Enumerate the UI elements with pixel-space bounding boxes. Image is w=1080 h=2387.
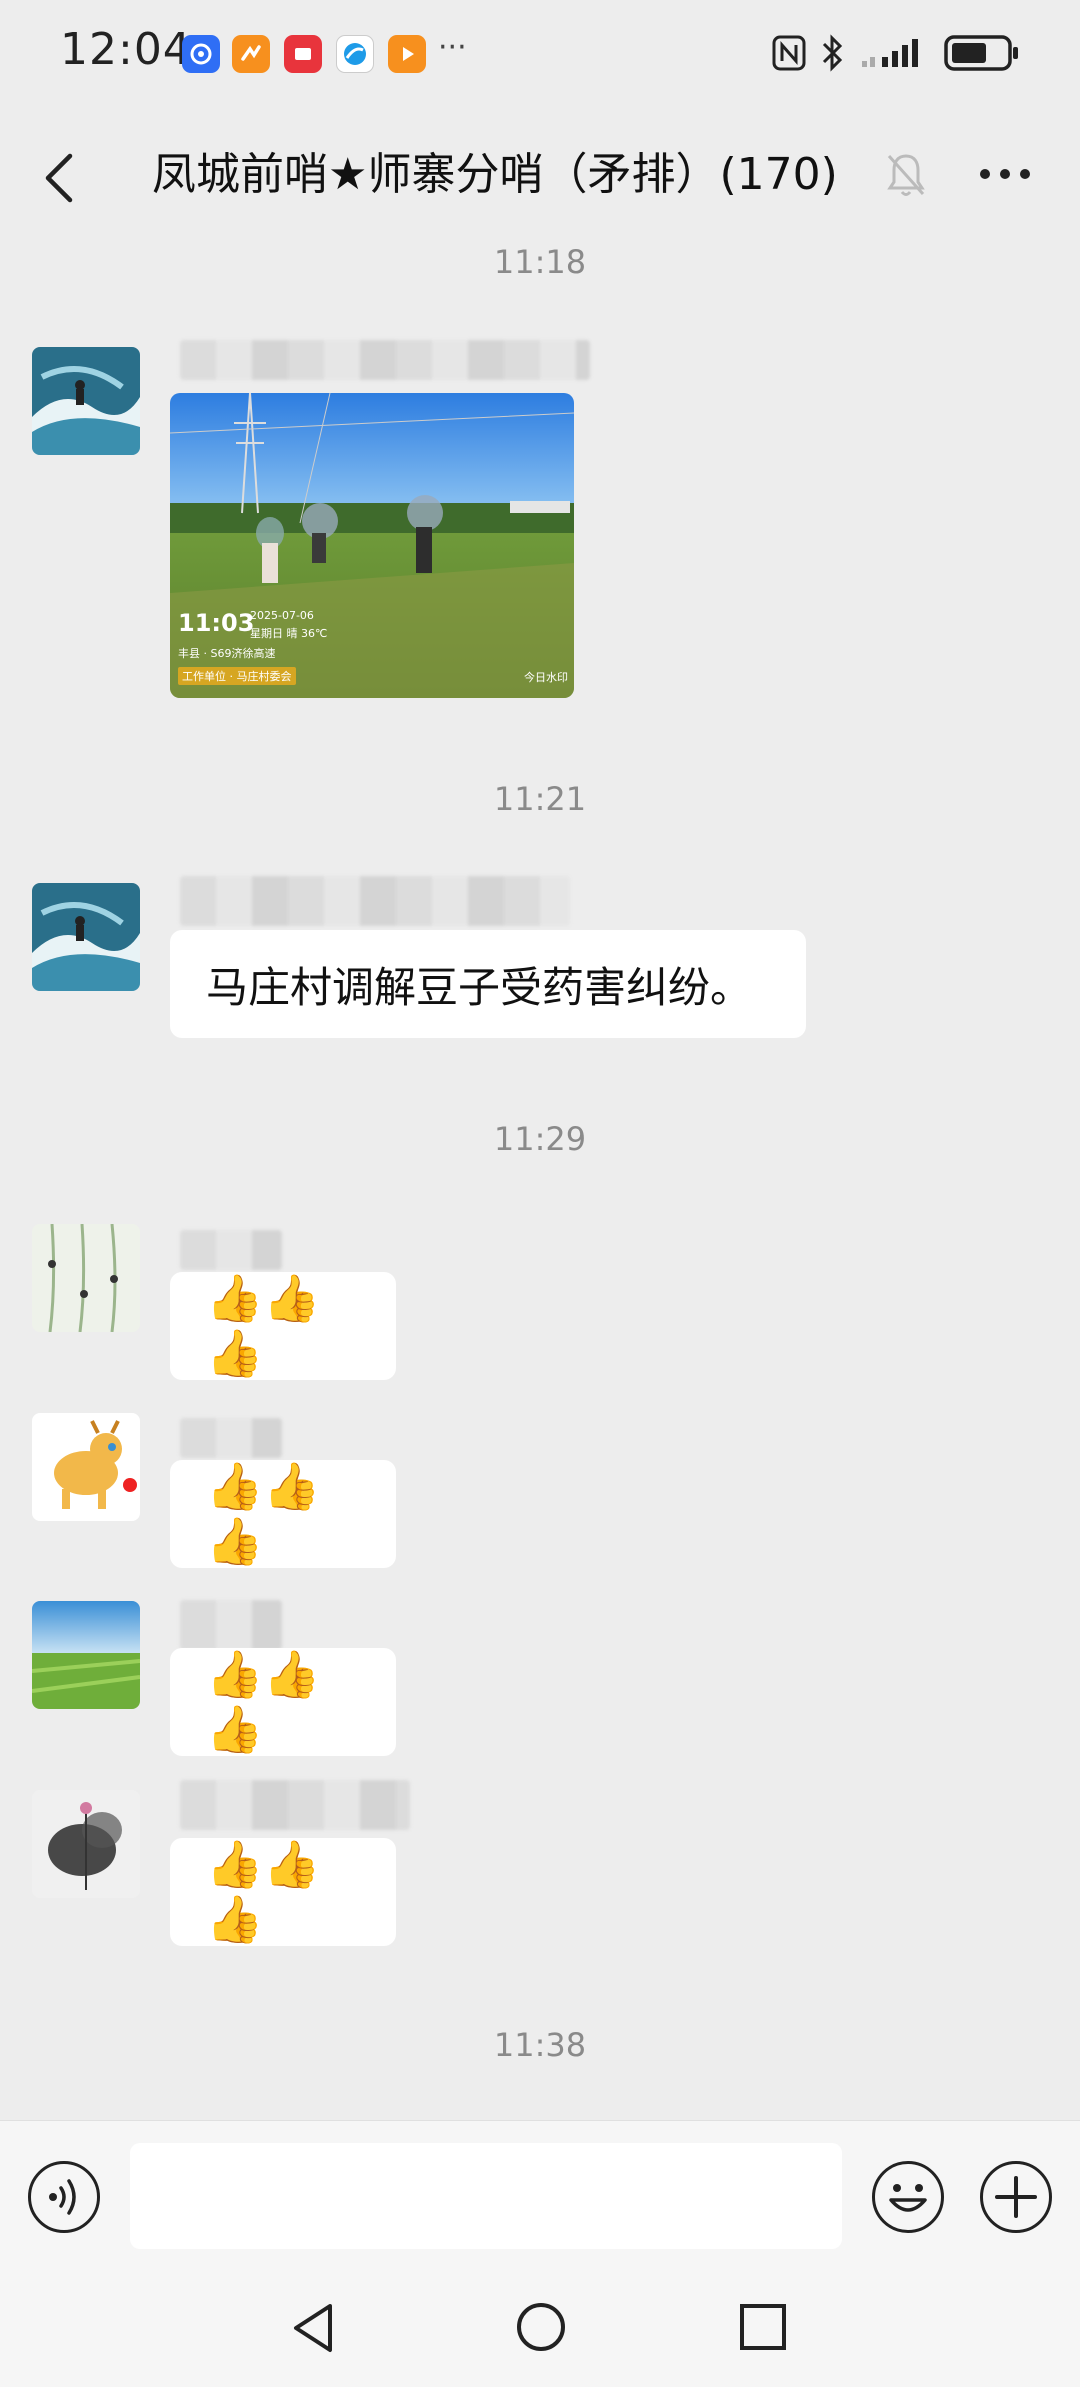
plus-icon bbox=[995, 2176, 1037, 2218]
bluetooth-icon bbox=[822, 34, 843, 72]
nav-back-icon[interactable] bbox=[288, 2300, 338, 2356]
thumbs-message-bubble[interactable]: 👍👍👍 bbox=[170, 1271, 396, 1380]
thumbs-message-bubble[interactable]: 👍👍👍 bbox=[170, 1837, 396, 1946]
app-icon-orange bbox=[232, 35, 270, 73]
battery-icon bbox=[944, 35, 1018, 71]
time-separator: 11:21 bbox=[493, 780, 587, 818]
avatar[interactable] bbox=[32, 883, 140, 991]
avatar[interactable] bbox=[32, 347, 140, 455]
chat-header: 凤城前哨★师寨分哨（矛排）(170) bbox=[0, 110, 1080, 240]
app-icon-video bbox=[388, 35, 426, 73]
avatar[interactable] bbox=[32, 1224, 140, 1332]
app-icon-browser bbox=[336, 35, 374, 73]
signal-icon bbox=[862, 39, 918, 67]
voice-icon bbox=[49, 2179, 76, 2215]
sender-name-blurred bbox=[180, 340, 590, 380]
photo-watermark-location: 丰县 · S69济徐高速 bbox=[178, 647, 276, 660]
sender-name-blurred bbox=[180, 1230, 282, 1270]
message-text-field[interactable] bbox=[130, 2143, 842, 2249]
voice-input-button[interactable] bbox=[28, 2161, 100, 2233]
time-separator: 11:18 bbox=[493, 243, 587, 281]
muted-bell-icon bbox=[887, 154, 925, 196]
photo-watermark-date: 2025-07-06 bbox=[250, 609, 314, 622]
time-separator: 11:29 bbox=[493, 1120, 587, 1158]
nav-recents-icon[interactable] bbox=[738, 2302, 788, 2352]
message-input-bar bbox=[0, 2120, 1080, 2270]
text-message-content: 马庄村调解豆子受药害纠纷。 bbox=[206, 962, 753, 1012]
emoji-button[interactable] bbox=[872, 2161, 944, 2233]
nfc-icon bbox=[772, 35, 806, 71]
app-icon-blue bbox=[182, 35, 220, 73]
photo-watermark-weekday: 星期日 晴 36℃ bbox=[250, 627, 328, 640]
chat-title: 凤城前哨★师寨分哨（矛排）(170) bbox=[152, 149, 838, 200]
avatar[interactable] bbox=[32, 1413, 140, 1521]
back-arrow-icon[interactable] bbox=[40, 148, 80, 208]
nav-home-icon[interactable] bbox=[514, 2300, 568, 2354]
sender-name-blurred bbox=[180, 1780, 410, 1830]
time-separator: 11:38 bbox=[493, 2026, 587, 2064]
thumbs-up-emoji-group: 👍👍👍 bbox=[206, 1271, 321, 1380]
system-navigation-bar bbox=[0, 2270, 1080, 2387]
thumbs-up-emoji-group: 👍👍👍 bbox=[206, 1647, 321, 1756]
photo-watermark-tag: 工作单位 · 马庄村委会 bbox=[178, 667, 296, 685]
sender-name-blurred bbox=[180, 1600, 282, 1650]
text-message-bubble[interactable]: 马庄村调解豆子受药害纠纷。 bbox=[170, 930, 806, 1038]
sender-name-blurred bbox=[180, 1418, 282, 1458]
sender-name-blurred bbox=[180, 876, 570, 926]
photo-watermark-time: 11:03 bbox=[178, 609, 255, 637]
photo-message[interactable]: 11:03 2025-07-06 星期日 晴 36℃ 丰县 · S69济徐高速 … bbox=[170, 393, 574, 698]
add-more-button[interactable] bbox=[980, 2161, 1052, 2233]
photo-watermark-brand: 今日水印 bbox=[524, 671, 568, 684]
avatar[interactable] bbox=[32, 1790, 140, 1898]
thumbs-up-emoji-group: 👍👍👍 bbox=[206, 1459, 321, 1568]
app-icon-red bbox=[284, 35, 322, 73]
more-options-icon[interactable] bbox=[975, 154, 1035, 194]
status-overflow: ··· bbox=[438, 30, 467, 65]
status-right-group bbox=[772, 34, 1020, 72]
avatar[interactable] bbox=[32, 1601, 140, 1709]
status-bar: 12:04 ··· bbox=[0, 0, 1080, 110]
thumbs-up-emoji-group: 👍👍👍 bbox=[206, 1837, 321, 1946]
status-time: 12:04 bbox=[60, 24, 192, 75]
thumbs-message-bubble[interactable]: 👍👍👍 bbox=[170, 1459, 396, 1568]
smiley-icon bbox=[889, 2184, 927, 2212]
thumbs-message-bubble[interactable]: 👍👍👍 bbox=[170, 1647, 396, 1756]
